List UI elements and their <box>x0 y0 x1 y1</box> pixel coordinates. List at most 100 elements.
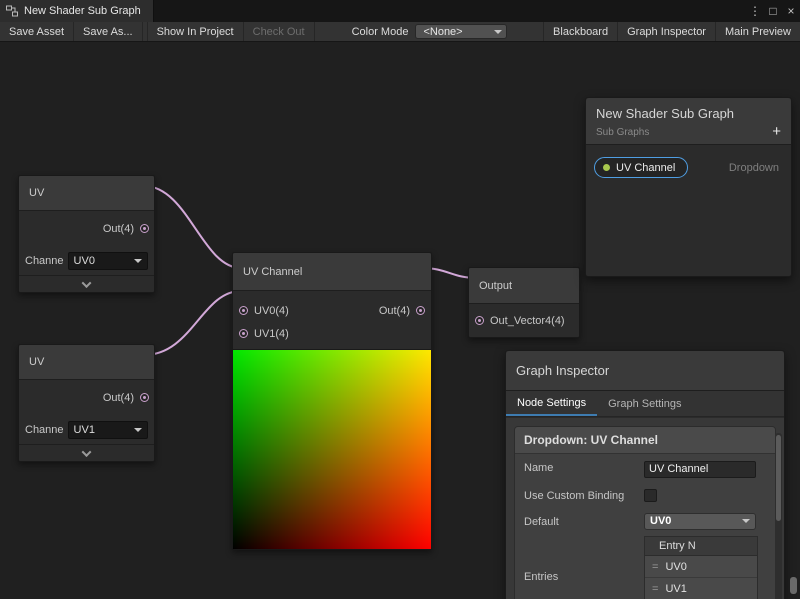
blackboard-panel: New Shader Sub Graph Sub Graphs + UV Cha… <box>585 97 792 277</box>
color-mode-dropdown[interactable]: <None> <box>415 24 507 39</box>
tab-graph-settings[interactable]: Graph Settings <box>597 391 692 416</box>
graph-inspector-panel: Graph Inspector Node Settings Graph Sett… <box>505 350 785 599</box>
tab-node-settings[interactable]: Node Settings <box>506 391 597 416</box>
channel-dropdown[interactable]: UV1 <box>68 421 148 439</box>
port-label: Out(4) <box>379 305 410 317</box>
default-value: UV0 <box>650 515 671 527</box>
uv-node-bottom[interactable]: UV Out(4) Channe UV1 <box>18 344 155 462</box>
save-asset-button[interactable]: Save Asset <box>0 22 74 41</box>
maximize-icon[interactable]: □ <box>764 4 782 18</box>
node-title[interactable]: Output <box>469 268 579 304</box>
name-input[interactable] <box>644 461 756 478</box>
output-port[interactable] <box>140 393 149 402</box>
blackboard-body: UV Channel Dropdown <box>586 145 791 190</box>
blackboard-toggle-button[interactable]: Blackboard <box>543 22 617 41</box>
chevron-down-icon <box>82 278 92 288</box>
node-title[interactable]: UV Channel <box>233 253 431 291</box>
entry-row-uv0[interactable]: = UV0 <box>645 556 757 578</box>
entry-row-uv1[interactable]: = UV1 <box>645 578 757 599</box>
blackboard-header: New Shader Sub Graph Sub Graphs + <box>586 98 791 145</box>
entries-field-row: Entries Entry N = UV0 = UV1 <box>515 534 775 599</box>
channel-value: UV0 <box>74 255 95 267</box>
drag-handle-icon[interactable]: = <box>652 561 658 573</box>
graph-inspector-toggle-button[interactable]: Graph Inspector <box>617 22 715 41</box>
output-port[interactable] <box>416 306 425 315</box>
exposed-dot-icon <box>603 164 610 171</box>
canvas-scrollbar-thumb[interactable] <box>790 577 797 594</box>
output-port[interactable] <box>140 224 149 233</box>
channel-dropdown[interactable]: UV0 <box>68 252 148 270</box>
port-label: UV1(4) <box>254 328 289 340</box>
property-name: UV Channel <box>616 162 675 174</box>
color-mode-value: <None> <box>423 26 462 38</box>
uv-channel-property-pill[interactable]: UV Channel <box>594 157 688 178</box>
connection-wire[interactable] <box>144 291 241 355</box>
blackboard-title: New Shader Sub Graph <box>596 106 781 121</box>
drag-handle-icon[interactable]: = <box>652 583 658 595</box>
graph-canvas[interactable]: UV Out(4) Channe UV0 UV Out(4) <box>0 42 800 599</box>
output-node[interactable]: Output Out_Vector4(4) <box>468 267 580 338</box>
window-menu-icon[interactable]: ⋮ <box>746 4 764 18</box>
inspector-scrollbar[interactable] <box>775 433 782 599</box>
input-port-row: Out_Vector4(4) <box>469 304 579 337</box>
node-title[interactable]: UV <box>19 176 154 211</box>
channel-value: UV1 <box>74 424 95 436</box>
entry-value: UV0 <box>665 561 686 573</box>
output-port-row: Out(4) <box>341 299 431 322</box>
unity-shader-graph-window: New Shader Sub Graph ⋮ □ × Save Asset Sa… <box>0 0 800 599</box>
channel-row: Channe UV0 <box>19 246 154 275</box>
chevron-down-icon <box>82 447 92 457</box>
collapse-preview-button[interactable] <box>19 444 154 461</box>
entries-label: Entries <box>524 570 644 585</box>
channel-label: Channe <box>25 255 64 267</box>
input-port-uv0[interactable] <box>239 306 248 315</box>
connection-wire[interactable] <box>144 186 241 268</box>
input-port-row: UV1(4) <box>233 322 431 345</box>
output-port-row: Out(4) <box>19 211 154 246</box>
inspector-content: Dropdown: UV Channel Name Use Custom Bin… <box>506 418 784 599</box>
shader-graph-icon <box>6 5 18 17</box>
custom-binding-label: Use Custom Binding <box>524 487 644 504</box>
default-field-value: UV0 <box>644 513 766 530</box>
graph-toolbar: Save Asset Save As... Show In Project Ch… <box>0 22 800 42</box>
entries-header: Entry N <box>645 537 757 556</box>
title-bar: New Shader Sub Graph ⋮ □ × <box>0 0 800 22</box>
blackboard-item: UV Channel Dropdown <box>594 157 783 178</box>
inspector-tabs: Node Settings Graph Settings <box>506 391 784 417</box>
add-property-button[interactable]: + <box>772 126 781 138</box>
name-label: Name <box>524 459 644 478</box>
channel-label: Channe <box>25 424 64 436</box>
inspector-title[interactable]: Graph Inspector <box>506 351 784 391</box>
entries-list: Entry N = UV0 = UV1 + <box>644 536 758 599</box>
uv-channel-node[interactable]: UV Channel UV0(4) UV1(4) Out(4) <box>232 252 432 550</box>
main-preview-toggle-button[interactable]: Main Preview <box>715 22 800 41</box>
close-icon[interactable]: × <box>782 4 800 18</box>
input-port-out-vector4[interactable] <box>475 316 484 325</box>
window-tab[interactable]: New Shader Sub Graph <box>0 0 154 22</box>
color-mode-label: Color Mode <box>345 26 416 38</box>
show-in-project-button[interactable]: Show In Project <box>147 22 244 41</box>
default-dropdown[interactable]: UV0 <box>644 513 756 530</box>
dropdown-arrow-icon <box>134 428 142 432</box>
blackboard-subrow: Sub Graphs + <box>596 126 781 138</box>
custom-binding-row: Use Custom Binding <box>515 482 775 508</box>
uv-node-top[interactable]: UV Out(4) Channe UV0 <box>18 175 155 293</box>
entry-value: UV1 <box>665 583 686 595</box>
entries-field-value: Entry N = UV0 = UV1 + <box>644 536 766 599</box>
section-title: Dropdown: UV Channel <box>515 427 775 454</box>
name-field-row: Name <box>515 454 775 482</box>
window-tab-label: New Shader Sub Graph <box>24 5 141 17</box>
input-port-uv1[interactable] <box>239 329 248 338</box>
collapse-preview-button[interactable] <box>19 275 154 292</box>
custom-binding-checkbox[interactable] <box>644 489 657 502</box>
save-as-button[interactable]: Save As... <box>74 22 143 41</box>
uv-gradient-preview <box>233 349 431 549</box>
node-title[interactable]: UV <box>19 345 154 380</box>
scrollbar-thumb[interactable] <box>776 435 781 521</box>
dropdown-arrow-icon <box>134 259 142 263</box>
port-label: UV0(4) <box>254 305 289 317</box>
port-label: Out(4) <box>103 392 134 404</box>
property-type: Dropdown <box>729 162 783 174</box>
dropdown-arrow-icon <box>494 30 502 34</box>
blackboard-subtitle: Sub Graphs <box>596 127 649 138</box>
